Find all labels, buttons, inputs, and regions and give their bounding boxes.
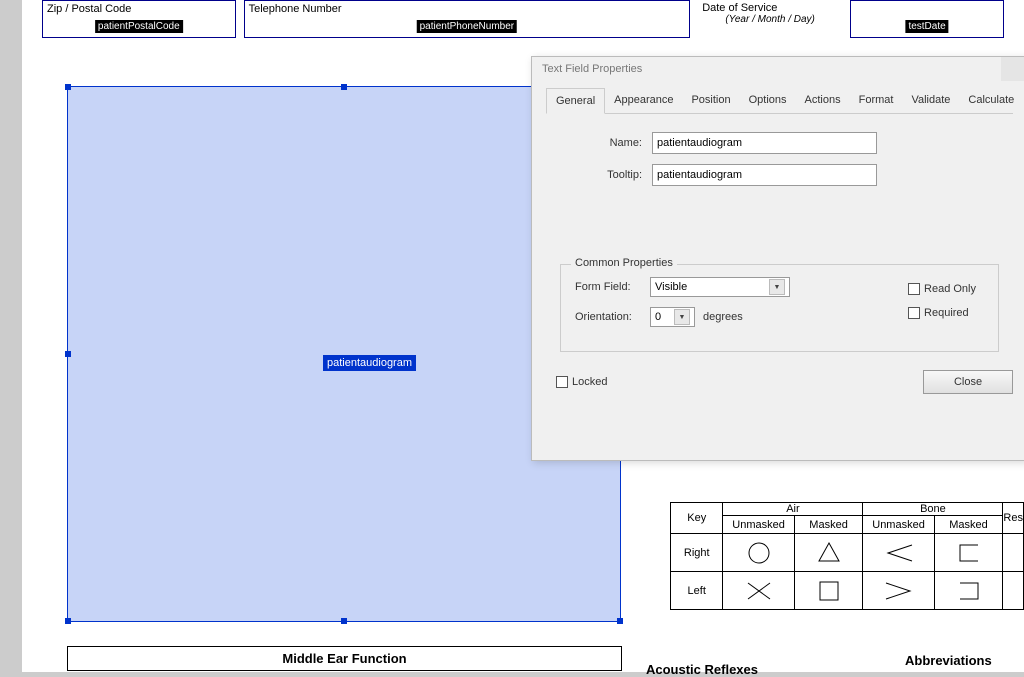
legend-left-label: Left: [671, 572, 723, 610]
chevron-down-icon: ▼: [769, 279, 785, 295]
name-input[interactable]: [652, 132, 877, 154]
dialog-bottom-bar: Locked Close: [532, 360, 1024, 394]
orientation-select[interactable]: 0 ▼: [650, 307, 695, 327]
legend-bone-unmasked: Unmasked: [863, 516, 934, 534]
readonly-checkbox[interactable]: [908, 283, 920, 295]
locked-checkbox[interactable]: [556, 376, 568, 388]
testdate-field-badge: testDate: [905, 20, 948, 33]
form-field-select[interactable]: Visible ▼: [650, 277, 790, 297]
symbol-left-air-unmasked-icon: [723, 572, 794, 610]
required-label: Required: [924, 307, 969, 319]
phone-field-badge: patientPhoneNumber: [417, 20, 518, 33]
dialog-title: Text Field Properties: [532, 57, 1024, 81]
symbol-right-bone-unmasked-icon: [863, 534, 934, 572]
degrees-label: degrees: [703, 311, 743, 323]
symbol-right-air-unmasked-icon: [723, 534, 794, 572]
locked-checkbox-group[interactable]: Locked: [556, 376, 607, 388]
common-properties-legend: Common Properties: [571, 257, 677, 269]
tab-options[interactable]: Options: [740, 88, 796, 113]
resize-handle-bm[interactable]: [341, 618, 347, 624]
readonly-label: Read Only: [924, 283, 976, 295]
readonly-checkbox-group[interactable]: Read Only: [908, 283, 976, 295]
zip-label: Zip / Postal Code: [47, 3, 231, 15]
symbol-left-bone-masked-icon: [934, 572, 1003, 610]
resize-handle-bl[interactable]: [65, 618, 71, 624]
document-page: Zip / Postal Code patientPostalCode Tele…: [22, 0, 1024, 672]
date-sublabel: (Year / Month / Day): [702, 14, 838, 25]
legend-bone-header: Bone: [863, 503, 1003, 516]
legend-bone-masked: Masked: [934, 516, 1003, 534]
legend-air-masked: Masked: [794, 516, 863, 534]
form-field-label: Form Field:: [575, 281, 650, 293]
name-label: Name:: [562, 137, 652, 149]
form-field-value: Visible: [655, 281, 687, 293]
chevron-down-icon: ▼: [674, 309, 690, 325]
tab-validate[interactable]: Validate: [902, 88, 959, 113]
tab-actions[interactable]: Actions: [796, 88, 850, 113]
dialog-tabs: General Appearance Position Options Acti…: [546, 88, 1013, 114]
text-field-properties-dialog: Text Field Properties General Appearance…: [531, 56, 1024, 461]
legend-res-header: Res: [1003, 503, 1024, 534]
acoustic-reflexes-header: Acoustic Reflexes: [646, 662, 758, 677]
tab-calculate[interactable]: Calculate: [959, 88, 1023, 113]
symbol-left-bone-unmasked-icon: [863, 572, 934, 610]
tab-appearance[interactable]: Appearance: [605, 88, 682, 113]
symbol-left-air-masked-icon: [794, 572, 863, 610]
zip-cell[interactable]: Zip / Postal Code patientPostalCode: [42, 0, 236, 38]
legend-air-unmasked: Unmasked: [723, 516, 794, 534]
middle-ear-header: Middle Ear Function: [67, 646, 622, 671]
tooltip-input[interactable]: [652, 164, 877, 186]
resize-handle-br[interactable]: [617, 618, 623, 624]
legend-res-right: [1003, 534, 1024, 572]
tooltip-label: Tooltip:: [562, 169, 652, 181]
phone-label: Telephone Number: [249, 3, 686, 15]
testdate-cell[interactable]: testDate: [850, 0, 1004, 38]
tab-general[interactable]: General: [546, 88, 605, 114]
legend-air-header: Air: [723, 503, 863, 516]
locked-label: Locked: [572, 376, 607, 388]
required-checkbox[interactable]: [908, 307, 920, 319]
symbol-right-air-masked-icon: [794, 534, 863, 572]
dialog-close-icon[interactable]: [1001, 57, 1024, 81]
tab-panel-general: Name: Tooltip:: [532, 114, 1024, 186]
tab-format[interactable]: Format: [850, 88, 903, 113]
required-checkbox-group[interactable]: Required: [908, 307, 976, 319]
resize-handle-ml[interactable]: [65, 351, 71, 357]
phone-cell[interactable]: Telephone Number patientPhoneNumber: [244, 0, 691, 38]
audiogram-field-label: patientaudiogram: [323, 355, 416, 371]
legend-res-left: [1003, 572, 1024, 610]
audiogram-key-legend: Key Air Bone Res Unmasked Masked Unmaske…: [670, 502, 1024, 610]
orientation-label: Orientation:: [575, 311, 650, 323]
date-label: Date of Service: [702, 2, 838, 14]
common-properties-group: Common Properties Form Field: Visible ▼ …: [560, 264, 999, 352]
resize-handle-tl[interactable]: [65, 84, 71, 90]
legend-right-label: Right: [671, 534, 723, 572]
resize-handle-tm[interactable]: [341, 84, 347, 90]
close-button[interactable]: Close: [923, 370, 1013, 394]
zip-field-badge: patientPostalCode: [95, 20, 183, 33]
symbol-right-bone-masked-icon: [934, 534, 1003, 572]
abbreviations-header: Abbreviations: [905, 653, 992, 668]
legend-key-header: Key: [671, 503, 723, 534]
tab-position[interactable]: Position: [682, 88, 739, 113]
form-top-row: Zip / Postal Code patientPostalCode Tele…: [22, 0, 1024, 38]
orientation-value: 0: [655, 311, 661, 323]
date-cell: Date of Service (Year / Month / Day): [698, 0, 842, 38]
